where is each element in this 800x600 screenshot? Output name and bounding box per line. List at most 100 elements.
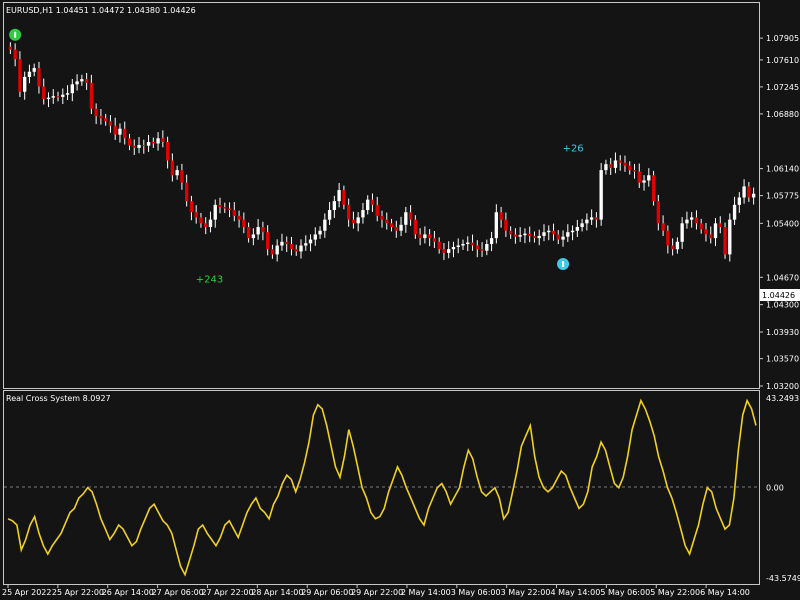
candle-body	[118, 128, 122, 135]
candle-body	[223, 207, 227, 209]
candle-body	[289, 244, 294, 250]
candle-body	[470, 242, 475, 246]
candle-body	[489, 238, 494, 245]
candle-body	[285, 241, 289, 245]
candle-body	[361, 210, 365, 218]
candle-body	[427, 234, 432, 239]
candle-body	[51, 96, 55, 98]
candle-body	[751, 193, 756, 198]
candle-body	[694, 217, 699, 224]
indicator-tick-label: 43.2493	[766, 394, 799, 403]
candle-body	[175, 170, 179, 176]
time-tick-label: 29 Apr 06:00	[301, 588, 353, 597]
candle-body	[613, 160, 618, 168]
candle-body	[709, 234, 713, 239]
candle-body	[346, 204, 351, 220]
candle-body	[680, 223, 684, 242]
candle-body	[575, 227, 580, 231]
price-tick-label: 1.04300	[766, 301, 799, 310]
price-pane-title: EURUSD,H1 1.04451 1.04472 1.04380 1.0442…	[6, 6, 196, 15]
candle-body	[261, 227, 265, 233]
candle-body	[356, 217, 360, 224]
candle-body	[137, 144, 141, 148]
candle-body	[84, 79, 89, 83]
candle-body	[537, 235, 541, 239]
candle-body	[375, 204, 379, 216]
candle-body	[432, 238, 437, 242]
candle-body	[251, 234, 256, 239]
candle-body	[204, 223, 208, 228]
candle-body	[399, 224, 403, 231]
candle-body	[313, 234, 317, 240]
candle-body	[227, 208, 232, 211]
time-tick-label: 29 Apr 22:00	[351, 588, 403, 597]
candle-body	[404, 212, 408, 225]
trading-chart: EURUSD,H1 1.04451 1.04472 1.04380 1.0442…	[0, 0, 800, 600]
price-tick-label: 1.03570	[766, 355, 799, 364]
price-tick-label: 1.06880	[766, 110, 799, 119]
candle-body	[418, 234, 422, 239]
time-tick-label: 27 Apr 06:00	[152, 588, 204, 597]
price-tick-label: 1.07245	[766, 83, 799, 92]
candle-body	[394, 227, 398, 231]
candle-body	[547, 230, 551, 233]
candle-body	[146, 142, 151, 146]
candle-body	[299, 245, 303, 252]
price-tick-label: 1.03930	[766, 328, 799, 337]
candle-body	[237, 215, 241, 220]
candle-body	[437, 241, 441, 250]
candle-body	[70, 84, 74, 94]
candle-body	[385, 219, 389, 224]
candle-body	[142, 144, 146, 146]
price-tick-label: 1.04670	[766, 273, 799, 282]
candle-body	[18, 59, 22, 92]
candle-body	[466, 242, 470, 245]
candle-body	[80, 79, 84, 82]
candle-body	[194, 212, 198, 218]
candle-body	[690, 217, 694, 220]
candle-body	[94, 108, 98, 117]
candle-body	[551, 230, 556, 235]
candle-body	[351, 219, 356, 224]
candle-body	[37, 68, 41, 87]
candle-body	[218, 204, 222, 208]
time-tick-label: 3 May 06:00	[451, 588, 501, 597]
candle-body	[332, 201, 337, 211]
candle-body	[23, 76, 27, 92]
candle-body	[113, 125, 117, 135]
candle-body	[294, 249, 298, 252]
price-tick-label: 1.05400	[766, 219, 799, 228]
candle-body	[123, 128, 127, 139]
candle-body	[570, 230, 575, 233]
candle-body	[165, 142, 170, 161]
candle-body	[189, 201, 194, 213]
candle-body	[628, 165, 632, 171]
candle-body	[46, 97, 51, 100]
candle-body	[737, 197, 741, 205]
candle-body	[156, 138, 160, 144]
candle-body	[213, 204, 217, 220]
candle-body	[699, 223, 703, 230]
candle-body	[75, 81, 79, 85]
candle-body	[642, 180, 646, 183]
candle-body	[337, 190, 341, 202]
candle-body	[265, 232, 270, 250]
candle-body	[604, 164, 608, 171]
candle-body	[413, 219, 418, 235]
current-price-tag: 1.04426	[760, 289, 800, 301]
price-tick-label: 1.03200	[766, 382, 799, 391]
candle-body	[456, 245, 460, 247]
time-tick-label: 27 Apr 22:00	[201, 588, 253, 597]
time-tick-label: 4 May 14:00	[551, 588, 601, 597]
candle-body	[494, 212, 499, 239]
candle-body	[89, 82, 94, 109]
current-price-label: 1.04426	[762, 291, 795, 300]
candle-body	[408, 212, 413, 220]
candle-body	[599, 170, 603, 220]
candle-body	[232, 210, 236, 216]
candle-body	[461, 244, 465, 246]
candle-body	[666, 230, 670, 246]
candle-body	[523, 233, 527, 236]
price-tick-label: 1.07905	[766, 34, 799, 43]
candle-body	[242, 219, 246, 228]
